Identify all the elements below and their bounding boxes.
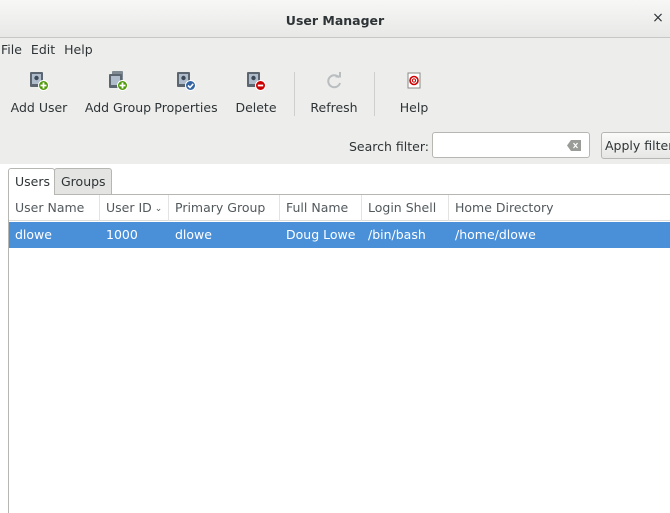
- close-icon[interactable]: ×: [650, 10, 666, 26]
- help-icon: [407, 72, 421, 89]
- add-group-label: Add Group: [84, 100, 152, 115]
- add-group-icon: [109, 71, 128, 91]
- help-button[interactable]: Help: [392, 66, 436, 120]
- refresh-icon: [327, 72, 341, 89]
- add-user-button[interactable]: Add User: [8, 66, 70, 120]
- add-group-button[interactable]: Add Group: [84, 66, 152, 120]
- toolbar: Add User Add Group Properties Delete Ref…: [0, 60, 670, 126]
- table-row[interactable]: dlowe 1000 dlowe Doug Lowe /bin/bash /ho…: [9, 222, 670, 248]
- column-label: Primary Group: [175, 200, 266, 215]
- cell-primary-group: dlowe: [175, 227, 212, 242]
- help-label: Help: [399, 100, 429, 115]
- sort-descending-icon: ⌄: [154, 204, 163, 214]
- properties-label: Properties: [154, 100, 218, 115]
- menu-file[interactable]: File: [1, 42, 28, 57]
- search-filter-input[interactable]: [432, 132, 590, 158]
- window-title: User Manager: [285, 13, 385, 28]
- menu-edit[interactable]: Edit: [31, 42, 61, 57]
- table-header: User Name User ID ⌄ Primary Group Full Na…: [9, 195, 670, 221]
- column-user-name[interactable]: User Name: [9, 195, 100, 221]
- cell-login-shell: /bin/bash: [368, 227, 426, 242]
- add-user-icon: [30, 72, 49, 91]
- properties-button[interactable]: Properties: [153, 66, 219, 120]
- menu-help[interactable]: Help: [64, 42, 99, 57]
- column-label: Login Shell: [368, 200, 437, 215]
- properties-icon: [177, 72, 196, 91]
- cell-user-name: dlowe: [15, 227, 52, 242]
- delete-icon: [247, 72, 266, 91]
- menu-bar: File Edit Help: [0, 38, 670, 60]
- add-user-label: Add User: [10, 100, 68, 115]
- column-primary-group[interactable]: Primary Group: [169, 195, 280, 221]
- column-home-directory[interactable]: Home Directory: [449, 195, 670, 221]
- delete-button[interactable]: Delete: [232, 66, 280, 120]
- column-label: Full Name: [286, 200, 349, 215]
- toolbar-separator: [294, 72, 295, 116]
- tab-groups[interactable]: Groups: [54, 168, 112, 194]
- column-label: User ID: [106, 200, 152, 215]
- column-label: User Name: [15, 200, 85, 215]
- column-user-id[interactable]: User ID ⌄: [100, 195, 169, 221]
- column-label: Home Directory: [455, 200, 554, 215]
- column-full-name[interactable]: Full Name: [280, 195, 362, 221]
- refresh-button[interactable]: Refresh: [306, 66, 362, 120]
- cell-home-directory: /home/dlowe: [455, 227, 536, 242]
- cell-full-name: Doug Lowe: [286, 227, 356, 242]
- search-filter-label: Search filter:: [349, 139, 429, 154]
- column-login-shell[interactable]: Login Shell: [362, 195, 449, 221]
- filter-bar: Search filter: Apply filter: [0, 126, 670, 164]
- title-bar: User Manager ×: [0, 0, 670, 38]
- refresh-label: Refresh: [310, 100, 358, 115]
- users-table: User Name User ID ⌄ Primary Group Full Na…: [8, 194, 670, 513]
- apply-filter-button[interactable]: Apply filter: [601, 132, 670, 159]
- delete-label: Delete: [235, 100, 277, 115]
- toolbar-separator: [374, 72, 375, 116]
- tab-users[interactable]: Users: [8, 168, 55, 195]
- cell-user-id: 1000: [106, 227, 138, 242]
- clear-text-icon[interactable]: [567, 140, 581, 151]
